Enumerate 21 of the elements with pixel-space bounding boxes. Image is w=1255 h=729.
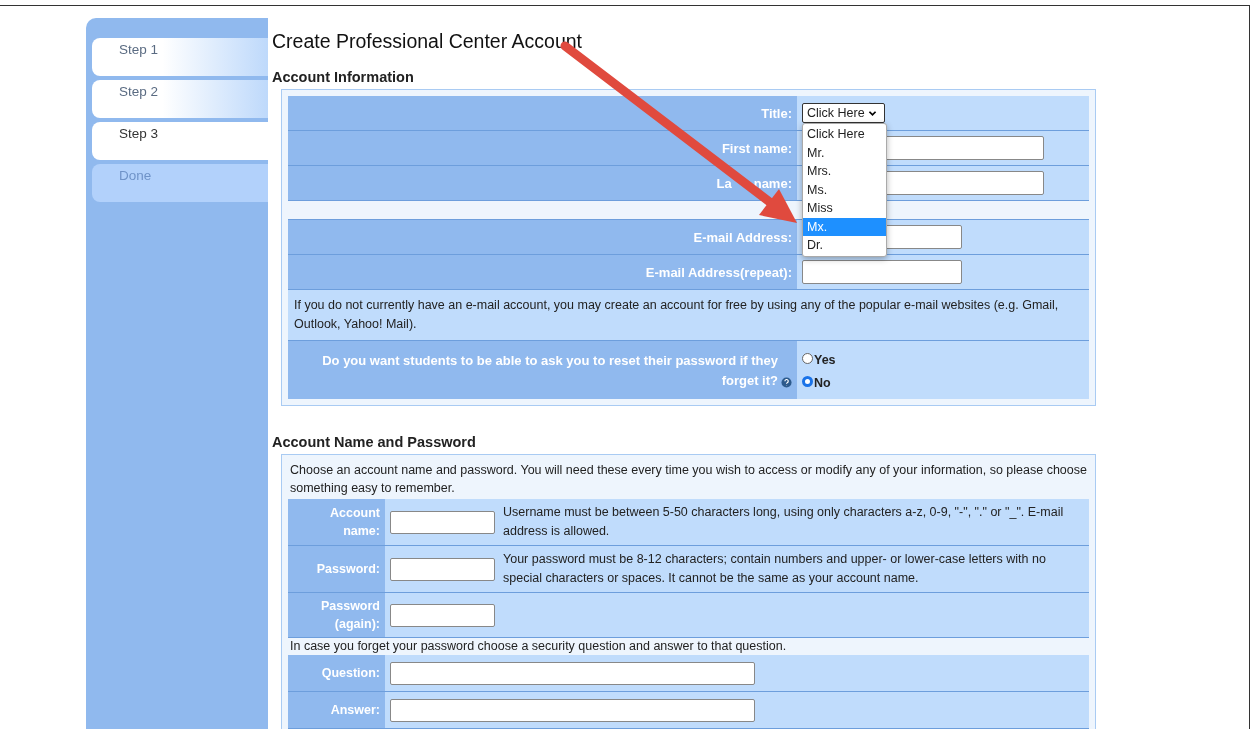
field-label: La xyxy=(716,175,732,191)
question-text: Do you want students to be able to ask you to reset their password if they forget it? xyxy=(321,352,778,390)
info-text: In case you forget your password choose a security question and answer to that question. xyxy=(289,638,788,655)
hint-text: Username must be between 5-50 characters long, using only characters a-z, 0-9, "-", "." or "_". E-mail address is allowed. xyxy=(503,504,1065,540)
field-label: First name: xyxy=(288,131,797,165)
field-label: Password: xyxy=(288,546,385,592)
radio-label: No xyxy=(814,376,831,390)
field-label: Title: xyxy=(288,96,797,130)
section-heading: Account Name and Password xyxy=(272,434,477,450)
radio-label: Yes xyxy=(814,353,836,367)
field-label: Question: xyxy=(288,655,385,691)
section-heading: Account Information xyxy=(272,69,415,85)
field-label: Account name: xyxy=(288,499,385,545)
field-label: Answer: xyxy=(288,692,385,728)
intro-text: Choose an account name and password. You will need these every time you wish to access or modify any of your information, so please choose something easy to remember. xyxy=(289,462,1088,497)
hint-text: Your password must be 8-12 characters; contain numbers and upper- or lower-case letters with no special characters or spaces. It cannot be the same as your account name. xyxy=(503,551,1047,587)
field-label: E-mail Address(repeat): xyxy=(288,255,797,289)
info-text: If you do not currently have an e-mail account, you may create an account for free by using any of the popular e-mail websites (e.g. Gmail, Outlook, Yahoo! Mail). xyxy=(288,290,1089,341)
field-label: name: xyxy=(753,175,792,191)
field-label: E-mail Address: xyxy=(288,220,797,254)
field-label: Password (again): xyxy=(288,593,385,637)
